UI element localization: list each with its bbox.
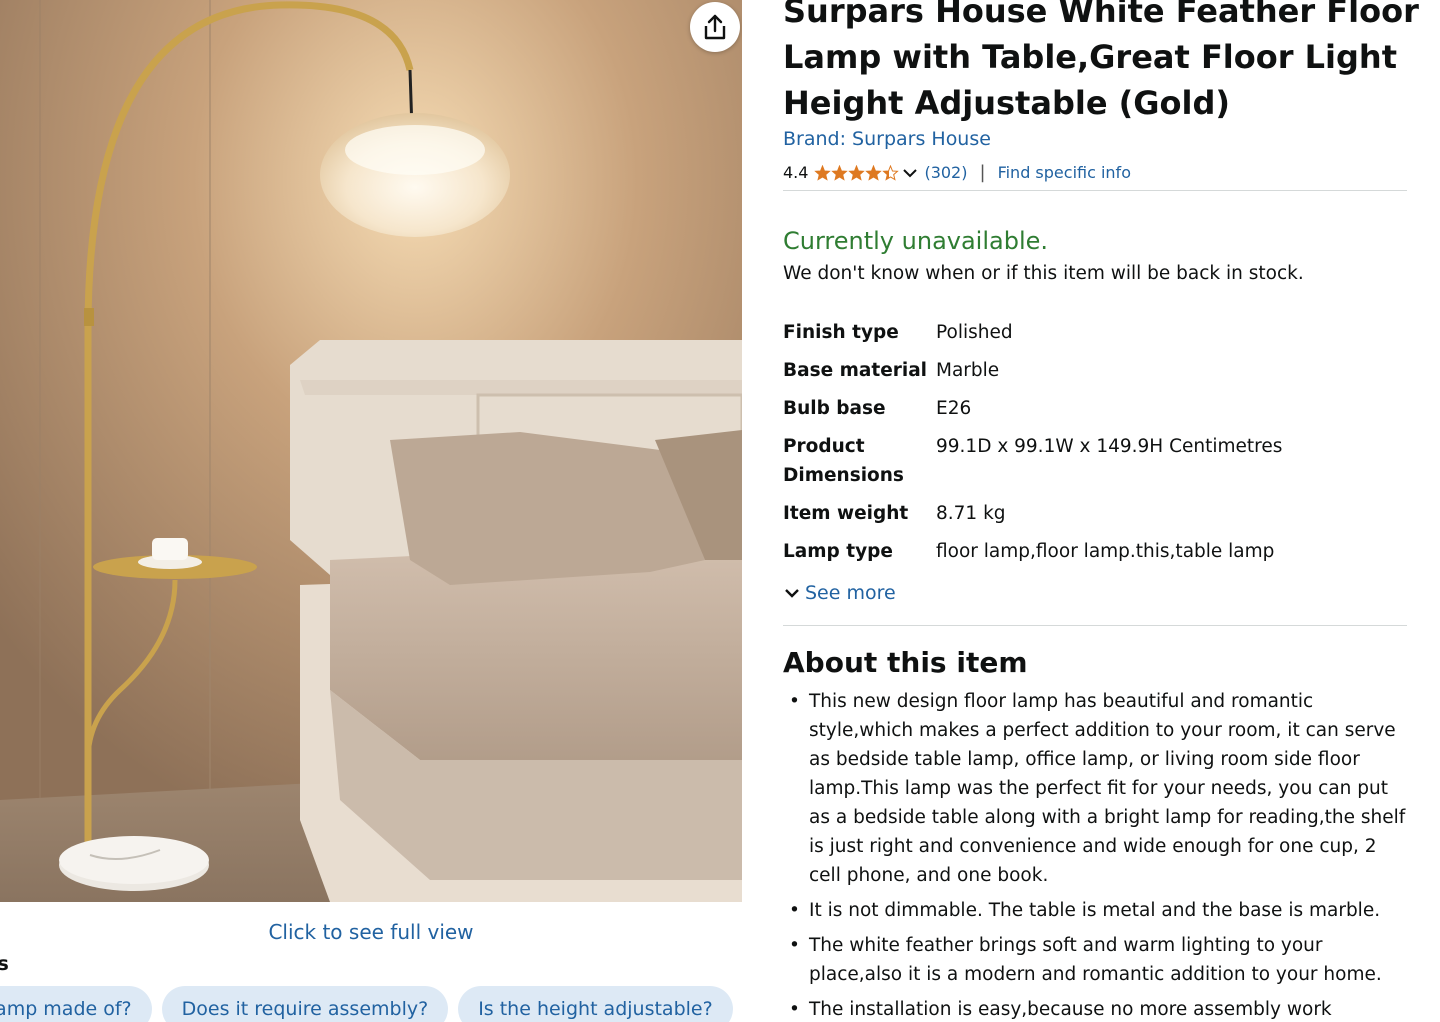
question-chips: he lamp made of? Does it require assembl…	[0, 986, 733, 1022]
brand-link[interactable]: Brand: Surpars House	[783, 128, 991, 150]
rating-value: 4.4	[783, 163, 809, 182]
list-item: The white feather brings soft and warm l…	[783, 931, 1413, 989]
spec-row: Lamp type floor lamp,floor lamp.this,tab…	[783, 537, 1403, 566]
review-count-link[interactable]: (302)	[924, 163, 967, 182]
spec-value: E26	[936, 398, 972, 419]
spec-row: Product Dimensions 99.1D x 99.1W x 149.9…	[783, 432, 1403, 490]
question-chip[interactable]: Is the height adjustable?	[458, 986, 733, 1022]
availability-detail: We don't know when or if this item will …	[783, 263, 1304, 284]
spec-table: Finish type Polished Base material Marbl…	[783, 318, 1403, 575]
spec-row: Item weight 8.71 kg	[783, 499, 1403, 528]
rating-row: 4.4 (302) | Find specific info	[783, 162, 1131, 183]
spec-row: Base material Marble	[783, 356, 1403, 385]
star-icon	[814, 164, 832, 181]
full-view-link[interactable]: Click to see full view	[0, 920, 742, 944]
divider	[783, 190, 1407, 191]
spec-value: floor lamp,floor lamp.this,table lamp	[936, 541, 1275, 562]
availability-status: Currently unavailable.	[783, 227, 1049, 255]
question-chip[interactable]: he lamp made of?	[0, 986, 152, 1022]
about-bullets: This new design floor lamp has beautiful…	[783, 687, 1413, 1022]
spec-key: Bulb base	[783, 398, 886, 419]
spec-key: Base material	[783, 360, 928, 381]
spec-value: Marble	[936, 360, 1000, 381]
chevron-down-icon[interactable]	[902, 167, 918, 179]
list-item: The installation is easy,because no more…	[783, 995, 1413, 1022]
star-icon	[848, 164, 866, 181]
spec-key: Product Dimensions	[783, 436, 904, 486]
spec-row: Finish type Polished	[783, 318, 1403, 347]
product-image[interactable]	[0, 0, 742, 902]
divider	[783, 625, 1407, 626]
star-icon	[831, 164, 849, 181]
list-item: This new design floor lamp has beautiful…	[783, 687, 1413, 890]
about-heading: About this item	[783, 646, 1028, 679]
star-icon	[865, 164, 883, 181]
see-more-button[interactable]: See more	[783, 582, 896, 604]
spec-value: Polished	[936, 322, 1013, 343]
spec-key: Finish type	[783, 322, 899, 343]
star-icon	[882, 164, 900, 181]
spec-key: Item weight	[783, 503, 909, 524]
star-rating[interactable]	[814, 164, 900, 181]
chevron-down-icon	[785, 589, 799, 598]
product-title: Surpars House White Feather Floor Lamp w…	[783, 0, 1419, 122]
share-icon	[704, 14, 726, 40]
find-specific-info-link[interactable]: Find specific info	[998, 163, 1131, 182]
spec-value: 8.71 kg	[936, 503, 1006, 524]
ask-heading: us	[0, 953, 9, 975]
question-chip[interactable]: Does it require assembly?	[161, 986, 449, 1022]
spec-value: 99.1D x 99.1W x 149.9H Centimetres	[936, 436, 1283, 457]
spec-row: Bulb base E26	[783, 394, 1403, 423]
spec-key: Lamp type	[783, 541, 893, 562]
share-button[interactable]	[690, 2, 740, 52]
list-item: It is not dimmable. The table is metal a…	[783, 896, 1413, 925]
see-more-label: See more	[805, 582, 896, 604]
separator: |	[979, 162, 986, 183]
